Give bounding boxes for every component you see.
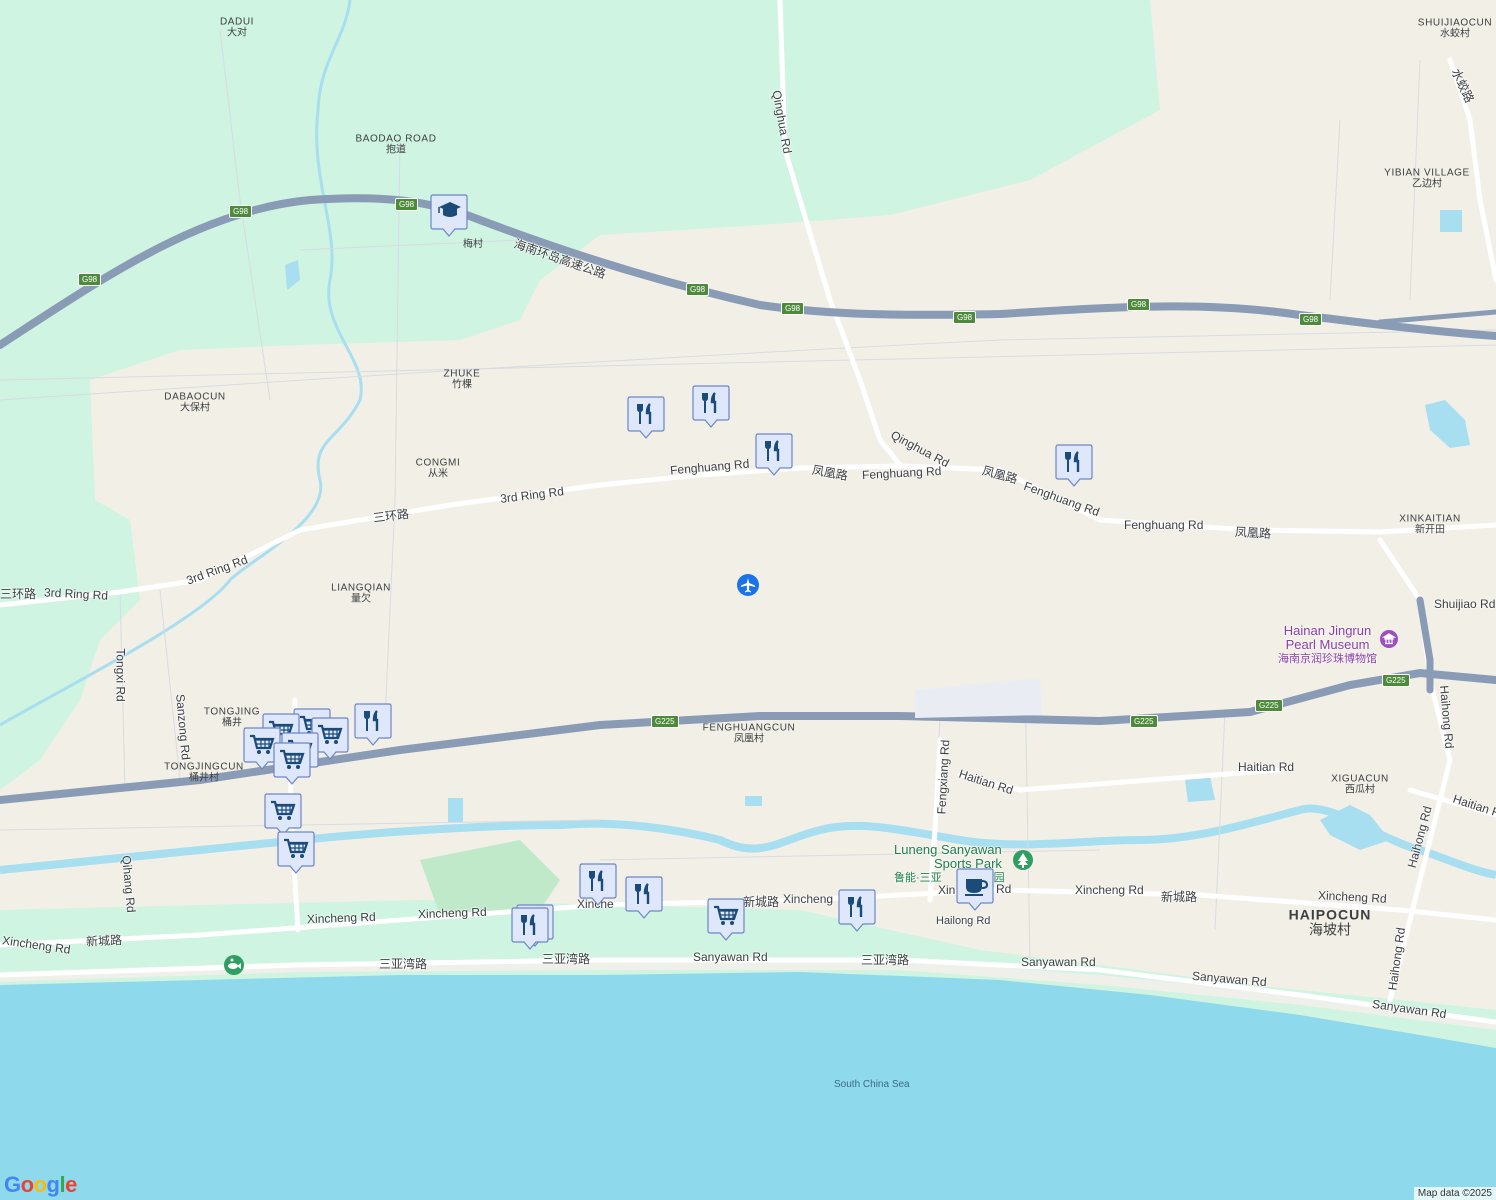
restaurant-marker[interactable]	[692, 384, 730, 430]
g225-shield: G225	[651, 715, 679, 728]
g98-shield: G98	[1127, 298, 1151, 311]
place-xinkaitian: XINKAITIAN 新开田	[1399, 513, 1461, 535]
map-attribution[interactable]: Map data ©2025	[1413, 1187, 1496, 1200]
road-label-3rd-ring-zh: 三环路	[0, 587, 37, 601]
coffee-marker[interactable]	[956, 867, 994, 913]
road-label-sanyawan-zh: 三亚湾路	[379, 957, 428, 971]
shopping-cart-icon	[273, 742, 311, 785]
place-congmi: CONGMI 从米	[415, 457, 461, 479]
road-label-xincheng: Xincheng	[783, 892, 834, 906]
restaurant-icon	[838, 889, 876, 932]
restaurant-icon	[755, 433, 793, 476]
road-label-tongxi: Tongxi Rd	[113, 648, 128, 702]
g225-shield: G225	[1255, 699, 1283, 712]
restaurant-icon	[625, 876, 663, 919]
restaurant-icon	[579, 863, 617, 906]
restaurant-marker[interactable]	[838, 888, 876, 934]
airport-icon[interactable]	[737, 574, 759, 596]
place-zhuke: ZHUKE 竹棵	[443, 368, 481, 390]
shopping-cart-marker[interactable]	[707, 897, 745, 943]
road-label-sanyawan: Sanyawan Rd	[1021, 955, 1096, 969]
restaurant-marker[interactable]	[579, 862, 617, 908]
g225-shield: G225	[1130, 715, 1158, 728]
school-marker[interactable]	[430, 193, 468, 239]
place-dadui: DADUI 大对	[219, 16, 255, 38]
shopping-cart-marker[interactable]	[273, 741, 311, 787]
road-label-xincheng: Xin	[938, 883, 956, 897]
place-baodao-road: BAODAO ROAD 抱道	[355, 133, 437, 155]
poi-pearl-museum[interactable]: Hainan Jingrun Pearl Museum 海南京润珍珠博物馆	[1278, 623, 1377, 665]
place-meicun: 梅村	[463, 238, 483, 250]
road-label-fenghuang: Fenghuang Rd	[1124, 518, 1204, 532]
g98-shield: G98	[781, 302, 805, 315]
restaurant-icon	[692, 385, 730, 428]
park-icon[interactable]	[1013, 850, 1033, 870]
road-label-xincheng-zh: 新城路	[1161, 890, 1198, 904]
museum-icon[interactable]	[1380, 630, 1398, 648]
road-label-haitian: Haitian Rd	[1238, 760, 1295, 774]
place-shuijiaocun: SHUIJIAOCUN 水蛟村	[1417, 17, 1493, 39]
g98-shield: G98	[229, 205, 253, 218]
restaurant-marker[interactable]	[627, 395, 665, 441]
road-label-hailong: Hailong Rd	[936, 915, 991, 927]
place-dabaocun: DABAOCUN 大保村	[164, 391, 226, 413]
g98-shield: G98	[78, 273, 102, 286]
shopping-cart-icon	[277, 831, 315, 874]
map-base	[0, 0, 1496, 1200]
map-canvas[interactable]: DADUI 大对 BAODAO ROAD 抱道 梅村 ZHUKE 竹棵 DABAOCU…	[0, 0, 1496, 1200]
shopping-cart-marker[interactable]	[277, 830, 315, 876]
restaurant-marker[interactable]	[354, 702, 392, 748]
road-label-xincheng-zh: 新城路	[743, 895, 780, 909]
g98-shield: G98	[686, 283, 710, 296]
road-label-xincheng: Xincheng Rd	[306, 909, 376, 927]
road-label-shuijiao: Shuijiao Rd	[1434, 597, 1496, 611]
g98-shield: G98	[953, 311, 977, 324]
shopping-cart-icon	[707, 898, 745, 941]
restaurant-icon	[1055, 444, 1093, 487]
school-icon	[430, 194, 468, 237]
restaurant-marker[interactable]	[625, 875, 663, 921]
restaurant-icon	[627, 396, 665, 439]
google-logo: Google	[4, 1172, 77, 1197]
g225-shield: G225	[1382, 674, 1410, 687]
place-yibian-village: YIBIAN VILLAGE 乙边村	[1384, 167, 1470, 189]
g98-shield: G98	[395, 198, 419, 211]
g98-shield: G98	[1299, 313, 1323, 326]
restaurant-marker[interactable]	[511, 906, 549, 952]
place-haipocun: HAIPOCUN 海坡村	[1288, 906, 1372, 937]
restaurant-icon	[511, 907, 549, 950]
restaurant-marker[interactable]	[755, 432, 793, 478]
place-liangqian: LIANGQIAN 量欠	[331, 582, 391, 604]
restaurant-marker[interactable]	[1055, 443, 1093, 489]
coffee-icon	[956, 868, 994, 911]
road-label-sanyawan-zh: 三亚湾路	[861, 953, 910, 967]
road-label-xincheng: Xincheng Rd	[1075, 883, 1144, 897]
place-tongjingcun: TONGJINGCUN 桶井村	[164, 761, 244, 783]
road-label-xincheng: Xincheng Rd	[417, 904, 487, 922]
road-label-xincheng: Rd	[996, 882, 1012, 896]
road-label-fenghuang-zh: 凤凰路	[1234, 525, 1272, 541]
restaurant-icon	[354, 703, 392, 746]
aquarium-icon[interactable]	[224, 955, 244, 975]
place-fenghuangcun: FENGHUANGCUN 凤凰村	[702, 722, 796, 744]
road-label-xincheng-zh: 新城路	[85, 933, 123, 949]
road-label-sanyawan-zh: 三亚湾路	[542, 952, 591, 966]
road-label-sanyawan: Sanyawan Rd	[693, 950, 768, 964]
sea-label: South China Sea	[834, 1079, 910, 1090]
place-xiguacun: XIGUACUN 西瓜村	[1331, 773, 1389, 795]
